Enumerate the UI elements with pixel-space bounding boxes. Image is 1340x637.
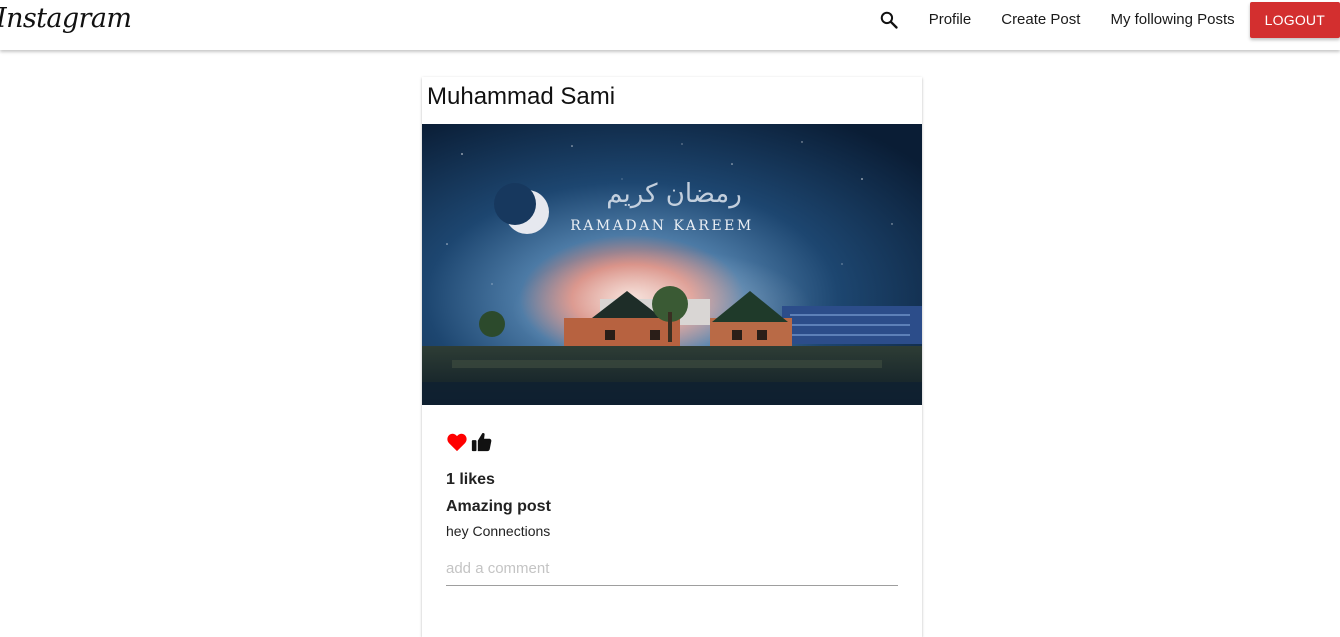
- post-author-name[interactable]: Muhammad Sami: [427, 83, 615, 111]
- brand-logo[interactable]: Instagram: [0, 0, 132, 40]
- post-image: رمضان كريم RAMADAN KAREEM: [422, 124, 922, 405]
- nav-profile-link[interactable]: Profile: [914, 0, 987, 40]
- post-body: hey Connections: [446, 523, 551, 539]
- logout-button[interactable]: LOGOUT: [1249, 2, 1340, 38]
- image-caption-text: RAMADAN KAREEM: [570, 218, 753, 234]
- comment-input[interactable]: [446, 552, 898, 586]
- likes-count: 1 likes: [446, 471, 495, 488]
- search-icon[interactable]: [876, 7, 902, 33]
- nav-links: Profile Create Post My following Posts L…: [876, 0, 1340, 40]
- heart-icon[interactable]: [446, 432, 468, 452]
- post-title: Amazing post: [446, 498, 551, 515]
- post-content: 1 likes Amazing post hey Connections: [446, 429, 898, 586]
- nav-create-post-link[interactable]: Create Post: [986, 0, 1095, 40]
- post-card: Muhammad Sami رمضان كريم RAMADAN KAREEM …: [422, 77, 922, 637]
- top-navbar: Instagram Profile Create Post My followi…: [0, 0, 1340, 50]
- thumbs-up-icon[interactable]: [470, 431, 493, 453]
- nav-following-posts-link[interactable]: My following Posts: [1095, 0, 1249, 40]
- image-arabic-text: رمضان كريم: [606, 179, 742, 209]
- post-actions: [446, 429, 898, 455]
